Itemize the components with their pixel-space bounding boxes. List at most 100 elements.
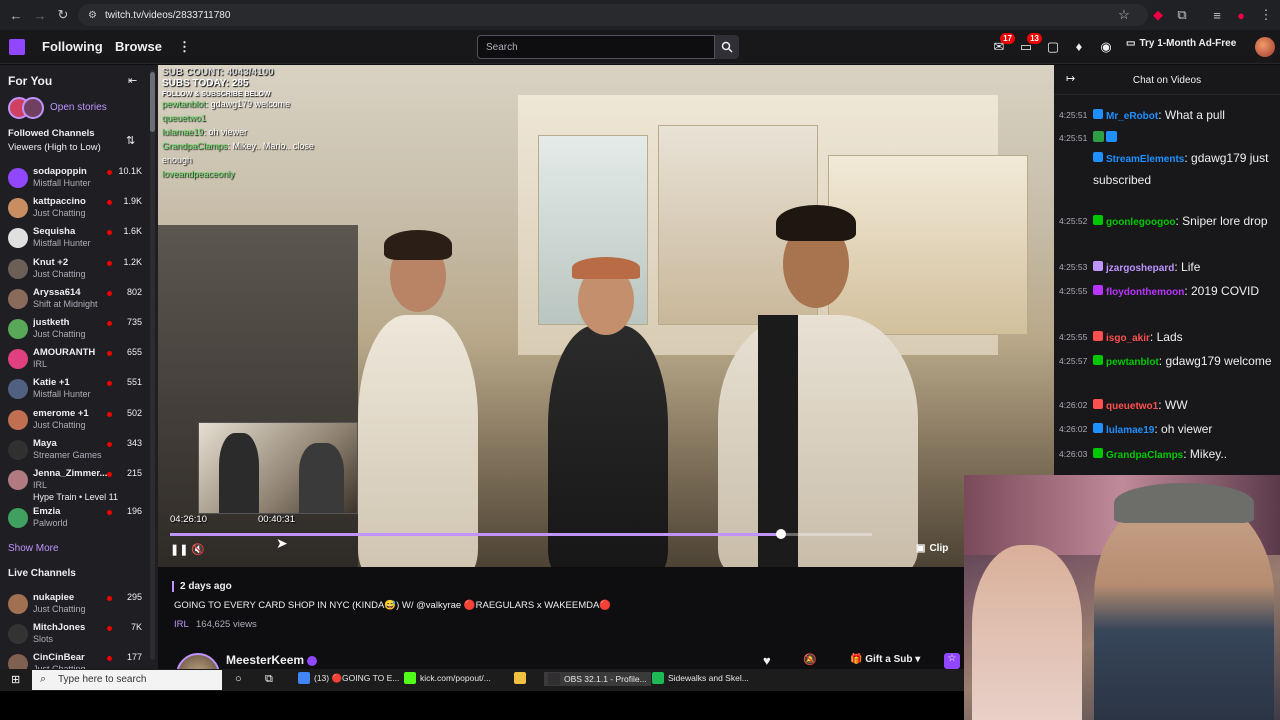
sidebar-channel[interactable]: justketh Just Chatting 735 (0, 315, 158, 345)
taskbar-app[interactable] (514, 672, 526, 684)
notifications-bell-icon[interactable]: 🔕 (803, 653, 817, 666)
extensions-puzzle-icon[interactable]: ⧉ (1174, 7, 1190, 23)
chat-username[interactable]: jzargoshepard (1106, 263, 1174, 274)
site-info-icon[interactable]: ⚙ (88, 10, 97, 21)
chat-username[interactable]: pewtanblot (1106, 357, 1159, 368)
live-indicator-icon (107, 321, 112, 326)
chat-username[interactable]: GrandpaClamps (1106, 450, 1183, 461)
chat-timestamp: 4:25:53 (1059, 262, 1088, 272)
crown-icon[interactable]: ♦ (1071, 39, 1087, 55)
search-button[interactable] (715, 35, 739, 59)
chat-username[interactable]: floydonthemoon (1106, 287, 1184, 298)
cortana-icon[interactable]: ○ (235, 673, 242, 685)
streamer-name[interactable]: MeesterKeem (226, 653, 304, 667)
taskbar-app[interactable]: Sidewalks and Skel... (652, 672, 749, 684)
pause-button[interactable]: ❚❚ (170, 543, 188, 557)
clip-icon: ▣ (916, 543, 926, 554)
sidebar-channel[interactable]: Aryssa614 Shift at Midnight 802 (0, 285, 158, 315)
gift-sub-button[interactable]: 🎁 Gift a Sub ▾ (850, 654, 920, 665)
address-bar[interactable]: ⚙ twitch.tv/videos/2833711780 (78, 4, 1148, 26)
chat-username[interactable]: Mr_eRobot (1106, 111, 1158, 122)
chat-message-body: pewtanblot: gdawg179 welcome (1093, 351, 1273, 373)
chat-username[interactable]: StreamElements (1106, 154, 1184, 165)
subs-today-overlay: SUBS TODAY: 285 (162, 78, 249, 89)
twitch-logo-icon[interactable] (9, 39, 25, 55)
follow-heart-icon[interactable]: ♥ (763, 653, 771, 668)
user-avatar[interactable] (1255, 37, 1275, 57)
live-indicator-icon (107, 200, 112, 206)
category-link[interactable]: IRL (174, 619, 189, 630)
chat-username[interactable]: lulamae19 (1106, 425, 1154, 436)
sidebar-channel[interactable]: Emzia Palworld 196 (0, 504, 158, 534)
taskbar-app-label: Sidewalks and Skel... (668, 673, 749, 683)
overlay-chat-text: Mikey.. Mario.. close (232, 141, 314, 151)
sidebar-scrollbar[interactable] (150, 70, 155, 660)
subscribe-star-icon[interactable]: ☆ (944, 653, 960, 669)
bits-icon[interactable]: ◉ (1098, 39, 1114, 55)
show-more-link[interactable]: Show More (8, 543, 59, 554)
chat-timestamp: 4:26:03 (1059, 449, 1088, 459)
sidebar-channel[interactable]: Sequisha Mistfall Hunter 1.6K (0, 224, 158, 254)
collapse-chat-icon[interactable]: ↦ (1066, 72, 1075, 85)
sidebar-channel[interactable]: nukapiee Just Chatting 295 (0, 590, 158, 620)
reload-icon[interactable]: ↻ (55, 7, 71, 23)
windows-start-icon[interactable]: ⊞ (11, 673, 23, 686)
whispers-icon[interactable]: ▢ (1045, 39, 1061, 55)
chat-username[interactable]: goonlegoogoo (1106, 217, 1175, 228)
taskbar-app[interactable]: kick.com/popout/... (404, 672, 491, 684)
sidebar-channel[interactable]: kattpaccino Just Chatting 1.9K (0, 194, 158, 224)
taskbar-app[interactable]: (13) 🔴GOING TO E... (298, 672, 399, 684)
media-control-icon[interactable]: ≡ (1209, 7, 1225, 23)
sidebar-channel[interactable]: Maya Streamer Games 343 (0, 436, 158, 466)
sidebar-channel[interactable]: Knut +2 Just Chatting 1.2K (0, 255, 158, 285)
chat-username[interactable]: isgo_akir (1106, 333, 1150, 344)
video-player[interactable]: SUB COUNT: 4043/4100 SUBS TODAY: 285 FOL… (158, 65, 1054, 567)
notifications-icon[interactable]: ▭ 13 (1018, 33, 1042, 55)
channel-avatar (8, 198, 28, 219)
chat-message-body: StreamElements: gdawg179 just subscribed (1093, 151, 1269, 187)
sidebar-channel[interactable]: emerome +1 Just Chatting 502 (0, 406, 158, 436)
task-view-icon[interactable]: ⧉ (265, 673, 273, 686)
more-menu-icon[interactable]: ⋮ (178, 39, 191, 55)
channel-avatar (8, 228, 28, 249)
sidebar-scroll-thumb[interactable] (150, 72, 155, 132)
seek-handle[interactable] (775, 529, 786, 539)
stories-avatars[interactable] (8, 97, 46, 119)
taskbar-app[interactable]: OBS 32.1.1 - Profile... (544, 672, 651, 686)
collapse-sidebar-icon[interactable]: ⇤ (128, 74, 137, 87)
person-center-cap (572, 257, 640, 279)
sub-badge-icon (1106, 131, 1117, 142)
nav-browse[interactable]: Browse (115, 39, 162, 54)
nav-following[interactable]: Following (42, 39, 103, 54)
sidebar-channel[interactable]: MitchJones Slots 7K (0, 620, 158, 650)
inbox-icon[interactable]: ✉ 17 (991, 33, 1015, 55)
back-icon[interactable]: ← (8, 7, 24, 23)
channel-viewers: 10.1K (118, 166, 142, 176)
chat-message-body: jzargoshepard: Life (1093, 257, 1273, 279)
channel-name: kattpaccino (33, 196, 86, 208)
live-indicator-icon (107, 596, 112, 601)
sub-count-overlay: SUB COUNT: 4043/4100 (162, 67, 274, 78)
taskbar-search-input[interactable]: ⌕ Type here to search (32, 670, 222, 690)
ad-free-button[interactable]: ▭ Try 1-Month Ad-Free (1126, 38, 1236, 49)
clip-button[interactable]: ▣ Clip (916, 543, 948, 554)
sidebar-channel[interactable]: AMOURANTH IRL 655 (0, 345, 158, 375)
extension-icon[interactable]: ◆ (1150, 7, 1166, 23)
search-input[interactable]: Search (477, 35, 715, 59)
sidebar-channel[interactable]: Katie +1 Mistfall Hunter 551 (0, 375, 158, 405)
mute-button[interactable]: 🔇 (191, 543, 205, 557)
browser-menu-icon[interactable]: ⋮ (1258, 7, 1274, 23)
person-center (548, 325, 668, 567)
chat-message-body: GrandpaClamps: Mikey.. (1093, 444, 1273, 466)
open-stories-link[interactable]: Open stories (50, 102, 107, 113)
profile-icon[interactable]: ● (1233, 7, 1249, 23)
bookmark-star-icon[interactable]: ☆ (1116, 7, 1132, 23)
forward-icon[interactable]: → (32, 7, 48, 23)
sidebar-channel[interactable]: Jenna_Zimmer... IRL 215 Hype Train • Level … (0, 466, 158, 506)
scrub-preview-thumbnail (198, 422, 358, 514)
chat-message-body: queuetwo1: WW (1093, 395, 1273, 417)
chat-username[interactable]: queuetwo1 (1106, 401, 1158, 412)
sidebar-channel[interactable]: sodapoppin Mistfall Hunter 10.1K (0, 164, 158, 194)
sidebar-channel[interactable]: CinCinBearJust Chatting177 (0, 650, 158, 669)
sort-icon[interactable]: ⇅ (126, 134, 135, 147)
